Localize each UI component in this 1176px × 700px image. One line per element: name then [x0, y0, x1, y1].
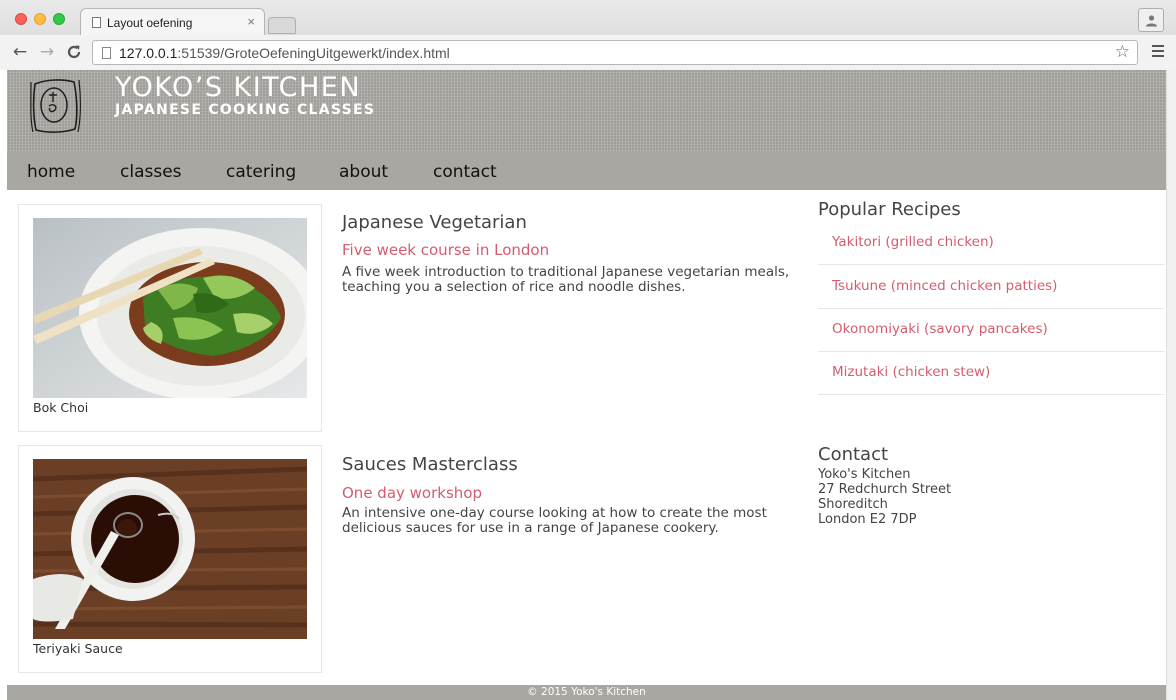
web-page: YOKO’S KITCHEN JAPANESE COOKING CLASSES …	[7, 70, 1166, 700]
browser-tab[interactable]: Layout oefening ×	[80, 8, 265, 35]
logo-icon	[30, 79, 81, 133]
tab-close-icon[interactable]: ×	[247, 14, 255, 29]
tab-title: Layout oefening	[107, 16, 193, 30]
recipe-list-item: Yakitori (grilled chicken)	[818, 222, 1164, 265]
course-description: A five week introduction to traditional …	[342, 265, 807, 295]
course-description: An intensive one-day course looking at h…	[342, 506, 807, 536]
page-icon	[92, 17, 101, 28]
contact-line: Shoreditch	[818, 497, 888, 512]
recipe-link[interactable]: Yakitori (grilled chicken)	[832, 234, 994, 250]
profile-button[interactable]	[1138, 8, 1164, 32]
site-subtitle: JAPANESE COOKING CLASSES	[115, 102, 376, 118]
url-host: 127.0.0.1	[119, 45, 178, 61]
nav-item-about[interactable]: about	[339, 162, 388, 182]
popular-recipes-heading: Popular Recipes	[818, 199, 961, 220]
nav-item-home[interactable]: home	[27, 162, 75, 182]
recipe-link[interactable]: Mizutaki (chicken stew)	[832, 364, 990, 380]
contact-heading: Contact	[818, 444, 889, 465]
forward-arrow-icon[interactable]: →	[37, 42, 57, 62]
course-description-line: A five week introduction to traditional …	[342, 264, 790, 280]
course-description-line: delicious sauces for use in a range of J…	[342, 520, 719, 536]
site-header: YOKO’S KITCHEN JAPANESE COOKING CLASSES	[7, 70, 1166, 151]
bookmark-star-icon[interactable]: ☆	[1115, 42, 1130, 62]
teriyaki-sauce-image	[33, 459, 307, 639]
recipe-list-item: Mizutaki (chicken stew)	[818, 352, 1164, 395]
course-image-card: Bok Choi	[18, 204, 322, 432]
url-text: 127.0.0.1:51539/GroteOefeningUitgewerkt/…	[119, 45, 450, 61]
recipe-link[interactable]: Okonomiyaki (savory pancakes)	[832, 321, 1048, 337]
back-arrow-icon[interactable]: ←	[10, 42, 30, 62]
course-description-line: teaching you a selection of rice and noo…	[342, 279, 686, 295]
image-caption: Bok Choi	[33, 400, 89, 415]
image-caption: Teriyaki Sauce	[33, 641, 123, 656]
site-footer: © 2015 Yoko's Kitchen	[7, 685, 1166, 700]
course-subtitle: One day workshop	[342, 484, 482, 502]
nav-item-classes[interactable]: classes	[120, 162, 182, 182]
nav-item-contact[interactable]: contact	[433, 162, 497, 182]
recipe-list-item: Okonomiyaki (savory pancakes)	[818, 309, 1164, 352]
contact-line: Yoko's Kitchen	[818, 467, 911, 482]
menu-icon[interactable]	[1152, 45, 1164, 60]
course-description-line: An intensive one-day course looking at h…	[342, 505, 767, 521]
new-tab-button[interactable]	[268, 17, 296, 34]
page-icon	[102, 47, 111, 59]
recipe-list-item: Tsukune (minced chicken patties)	[818, 266, 1164, 309]
browser-toolbar: ← → 127.0.0.1:51539/GroteOefeningUitgewe…	[0, 35, 1176, 70]
window-close-button[interactable]	[15, 13, 27, 25]
course-image-card: Teriyaki Sauce	[18, 445, 322, 673]
nav-item-catering[interactable]: catering	[226, 162, 296, 182]
course-title: Japanese Vegetarian	[342, 212, 527, 233]
course-subtitle: Five week course in London	[342, 241, 550, 259]
main-nav: home classes catering about contact	[7, 151, 1166, 190]
bok-choi-image	[33, 218, 307, 398]
url-path: :51539/GroteOefeningUitgewerkt/index.htm…	[177, 45, 450, 61]
window-minimize-button[interactable]	[34, 13, 46, 25]
person-icon	[1146, 15, 1157, 27]
address-bar[interactable]: 127.0.0.1:51539/GroteOefeningUitgewerkt/…	[92, 40, 1138, 65]
contact-line: 27 Redchurch Street	[818, 482, 952, 497]
contact-line: London E2 7DP	[818, 512, 917, 527]
window-edge	[1166, 70, 1176, 700]
recipe-link[interactable]: Tsukune (minced chicken patties)	[832, 278, 1057, 294]
site-title: YOKO’S KITCHEN	[115, 72, 362, 103]
reload-icon[interactable]	[64, 42, 84, 65]
window-maximize-button[interactable]	[53, 13, 65, 25]
course-title: Sauces Masterclass	[342, 454, 518, 475]
browser-chrome: Layout oefening × ← → 127.0.0.1:51539/Gr…	[0, 0, 1176, 70]
